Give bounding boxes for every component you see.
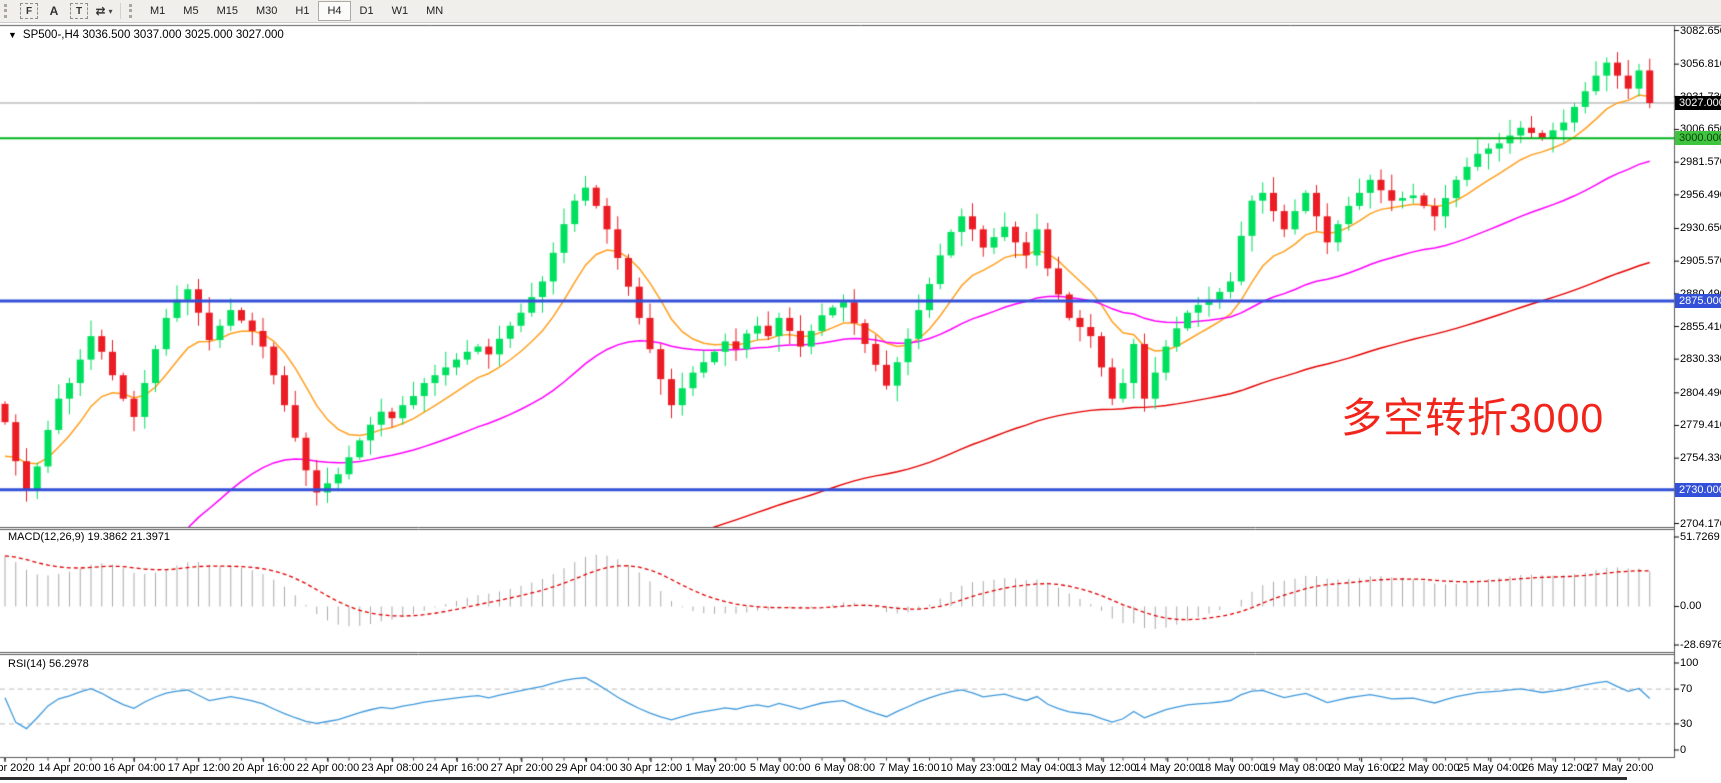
chart-text-annotation: 多空转折3000	[1341, 396, 1604, 441]
timeframe-button-w1[interactable]: W1	[383, 1, 418, 21]
price-tag-2875.000: 2875.000	[1675, 294, 1721, 308]
chart-symbol-title[interactable]: ▼ SP500-,H4 3036.500 3037.000 3025.000 30…	[8, 29, 284, 41]
time-axis-label: 19 May 08:00	[1264, 762, 1331, 774]
price-tag-3000.000: 3000.000	[1675, 131, 1721, 145]
chart-canvas[interactable]	[0, 0, 1721, 783]
time-axis-label: 27 Apr 20:00	[491, 762, 553, 774]
toolbar-separator	[120, 3, 121, 19]
drawing-tools-group: FAT ⇄▾	[16, 2, 116, 20]
price-tick-label: 2981.570	[1680, 156, 1721, 168]
time-axis-label: 24 Apr 16:00	[426, 762, 488, 774]
timeframe-button-m1[interactable]: M1	[141, 1, 174, 21]
time-axis-label: 12 May 04:00	[1005, 762, 1072, 774]
time-axis-label: 27 May 20:00	[1587, 762, 1654, 774]
macd-tick-label: -28.6976	[1680, 639, 1721, 651]
time-axis-label: 29 Apr 04:00	[555, 762, 617, 774]
price-tick-label: 2855.410	[1680, 321, 1721, 333]
time-axis-label: 7 May 16:00	[879, 762, 940, 774]
timeframe-button-mn[interactable]: MN	[417, 1, 452, 21]
font-tool-button[interactable]: A	[43, 2, 65, 20]
top-toolbar: FAT ⇄▾ M1M5M15M30H1H4D1W1MN	[0, 0, 1721, 23]
price-tick-label: 2905.570	[1680, 255, 1721, 267]
price-tag-3027.000: 3027.000	[1675, 96, 1721, 110]
macd-indicator-label: MACD(12,26,9) 19.3862 21.3971	[8, 531, 170, 543]
rsi-tick-label: 0	[1680, 744, 1686, 756]
toolbar-grip	[4, 4, 11, 18]
arrange-windows-button[interactable]: ⇄▾	[93, 2, 115, 20]
time-axis-label: 22 Apr 00:00	[297, 762, 359, 774]
macd-tick-label: 0.00	[1680, 600, 1701, 612]
time-axis-label: 30 Apr 12:00	[620, 762, 682, 774]
time-axis-label: 25 May 04:00	[1457, 762, 1524, 774]
price-tick-label: 2830.330	[1680, 353, 1721, 365]
time-axis-label: 14 Apr 20:00	[38, 762, 100, 774]
time-axis-label: 22 May 00:00	[1393, 762, 1460, 774]
time-axis-label: 18 May 00:00	[1199, 762, 1266, 774]
timeframe-button-h1[interactable]: H1	[286, 1, 318, 21]
price-tick-label: 2779.410	[1680, 419, 1721, 431]
pointer-tool-button[interactable]: F	[20, 3, 38, 19]
rsi-tick-label: 100	[1680, 657, 1698, 669]
rsi-tick-label: 30	[1680, 718, 1692, 730]
timeframe-button-d1[interactable]: D1	[351, 1, 383, 21]
chevron-down-icon[interactable]: ▼	[8, 30, 17, 40]
price-tick-label: 2804.490	[1680, 387, 1721, 399]
price-tick-label: 2754.330	[1680, 452, 1721, 464]
time-axis-label: 16 Apr 04:00	[103, 762, 165, 774]
rsi-indicator-label: RSI(14) 56.2978	[8, 658, 89, 670]
price-tick-label: 2956.490	[1680, 189, 1721, 201]
horizontal-scrollbar[interactable]	[0, 777, 1627, 780]
time-axis-label: 13 Apr 2020	[0, 762, 35, 774]
time-axis-label: 13 May 12:00	[1070, 762, 1137, 774]
text-label-tool-button[interactable]: T	[70, 3, 88, 19]
rsi-tick-label: 70	[1680, 683, 1692, 695]
time-axis-label: 6 May 08:00	[815, 762, 876, 774]
price-tick-label: 3056.810	[1680, 58, 1721, 70]
chevron-down-icon[interactable]: ▾	[109, 7, 113, 16]
price-tick-label: 2704.170	[1680, 518, 1721, 530]
time-axis-label: 26 May 12:00	[1522, 762, 1589, 774]
time-axis-label: 23 Apr 08:00	[361, 762, 423, 774]
time-axis-label: 20 May 16:00	[1328, 762, 1395, 774]
time-axis-label: 14 May 20:00	[1134, 762, 1201, 774]
time-axis-label: 20 Apr 16:00	[232, 762, 294, 774]
time-axis-label: 1 May 20:00	[685, 762, 746, 774]
time-axis-label: 5 May 00:00	[750, 762, 811, 774]
timeframe-button-m5[interactable]: M5	[174, 1, 207, 21]
price-tick-label: 2930.650	[1680, 222, 1721, 234]
timeframe-button-group: M1M5M15M30H1H4D1W1MN	[141, 1, 452, 21]
timeframe-button-h4[interactable]: H4	[318, 1, 350, 21]
toolbar-grip	[129, 4, 136, 18]
time-axis-label: 10 May 23:00	[941, 762, 1008, 774]
symbol-ohlc-text: SP500-,H4 3036.500 3037.000 3025.000 302…	[23, 29, 284, 41]
price-tick-label: 3082.650	[1680, 25, 1721, 37]
price-tag-2730.000: 2730.000	[1675, 483, 1721, 497]
timeframe-button-m15[interactable]: M15	[208, 1, 247, 21]
macd-tick-label: 51.7269	[1680, 531, 1720, 543]
time-axis-label: 17 Apr 12:00	[168, 762, 230, 774]
timeframe-button-m30[interactable]: M30	[247, 1, 286, 21]
